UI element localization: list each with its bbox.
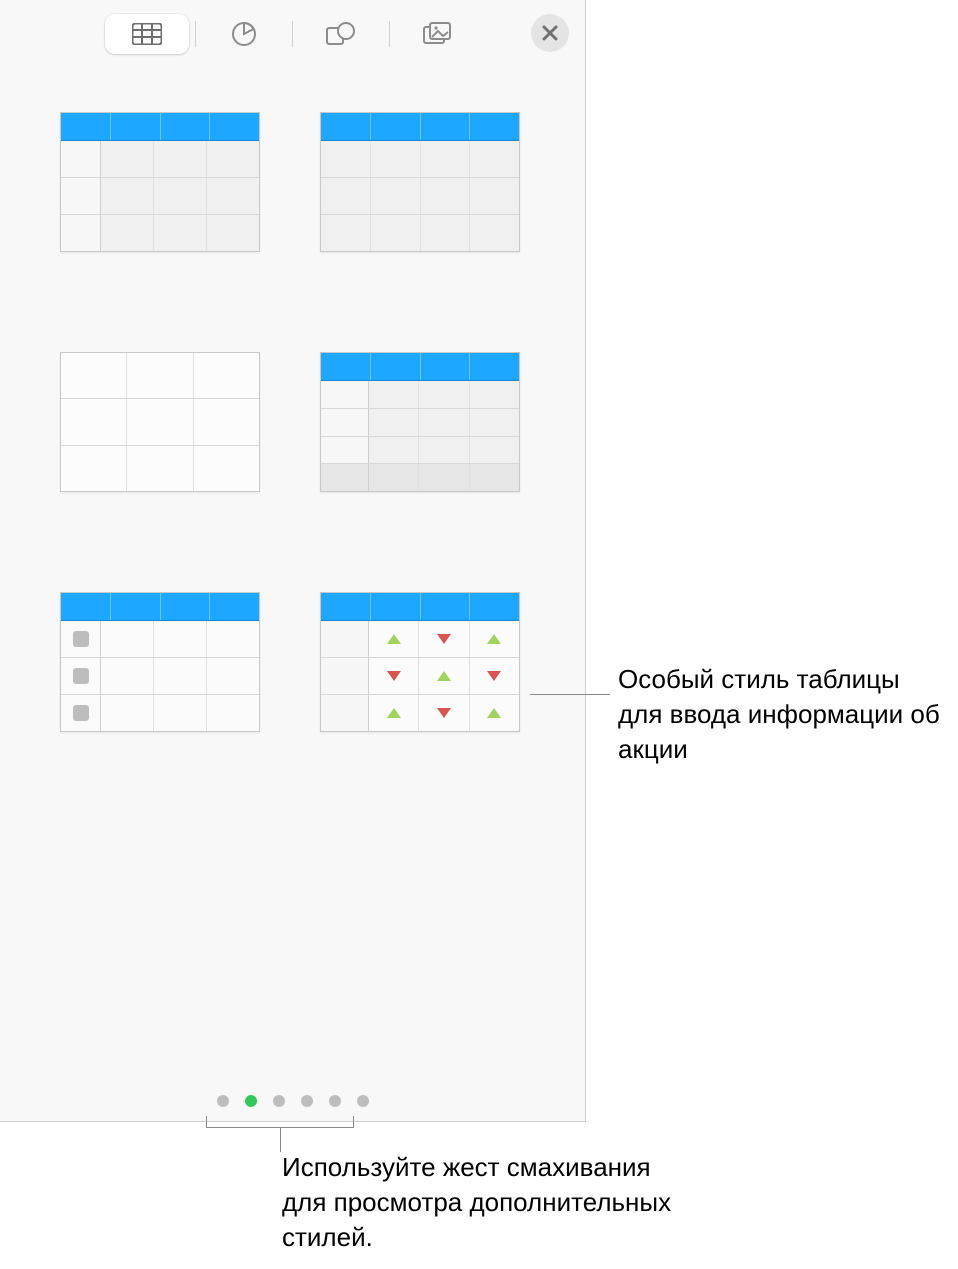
tab-separator	[292, 21, 293, 47]
checkbox-icon	[73, 705, 89, 721]
table-style-4[interactable]	[320, 352, 520, 492]
pager-dot-3[interactable]	[273, 1095, 285, 1107]
tab-table[interactable]	[105, 14, 189, 54]
insert-tab-group	[103, 12, 482, 56]
insert-popover	[0, 0, 586, 1122]
pager-dot-4[interactable]	[301, 1095, 313, 1107]
callout-stock-style: Особый стиль таблицы для ввода информаци…	[618, 662, 948, 767]
tab-separator	[389, 21, 390, 47]
shapes-icon	[326, 21, 356, 47]
arrow-up-icon	[437, 671, 451, 681]
pager-dot-6[interactable]	[357, 1095, 369, 1107]
pager-dot-1[interactable]	[217, 1095, 229, 1107]
arrow-down-icon	[487, 671, 501, 681]
callout-swipe-hint: Используйте жест смахивания для просмотр…	[282, 1150, 702, 1255]
pager-dot-5[interactable]	[329, 1095, 341, 1107]
table-style-2[interactable]	[320, 112, 520, 252]
table-icon	[132, 23, 162, 45]
tab-media[interactable]	[396, 14, 480, 54]
insert-toolbar	[0, 0, 585, 64]
callout-line	[530, 694, 610, 695]
table-style-checklist[interactable]	[60, 592, 260, 732]
callout-bracket	[206, 1116, 354, 1128]
table-styles-grid	[0, 64, 585, 752]
table-style-stock[interactable]	[320, 592, 520, 732]
checkbox-icon	[73, 631, 89, 647]
pager-dot-2[interactable]	[245, 1095, 257, 1107]
arrow-up-icon	[387, 708, 401, 718]
arrow-up-icon	[487, 634, 501, 644]
chart-pie-icon	[231, 21, 257, 47]
close-icon	[542, 25, 558, 41]
table-style-3[interactable]	[60, 352, 260, 492]
arrow-down-icon	[437, 708, 451, 718]
callout-line	[280, 1128, 281, 1152]
close-button[interactable]	[531, 14, 569, 52]
tab-chart[interactable]	[202, 14, 286, 54]
arrow-down-icon	[387, 671, 401, 681]
tab-shape[interactable]	[299, 14, 383, 54]
checkbox-icon	[73, 668, 89, 684]
style-pager	[0, 1095, 585, 1107]
arrow-up-icon	[387, 634, 401, 644]
media-icon	[423, 22, 453, 46]
table-style-1[interactable]	[60, 112, 260, 252]
arrow-up-icon	[487, 708, 501, 718]
arrow-down-icon	[437, 634, 451, 644]
tab-separator	[195, 21, 196, 47]
